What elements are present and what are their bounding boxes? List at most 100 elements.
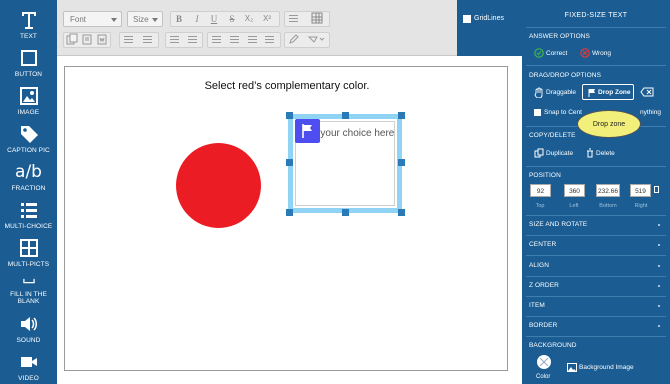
image-icon — [19, 87, 38, 105]
background-image-button[interactable]: Background Image — [579, 364, 634, 371]
lock-icon[interactable] — [654, 186, 659, 193]
tool-image[interactable]: IMAGE — [0, 82, 57, 120]
tool-multi-picts[interactable]: MULTI-PICTS — [0, 234, 57, 272]
dropzone-tooltip: Drop zone — [577, 110, 641, 138]
section-border[interactable]: BORDER — [529, 322, 557, 329]
size-select-label: Size — [133, 15, 149, 24]
bold-button[interactable]: B — [172, 12, 186, 26]
canvas-area: Select red’s complementary color. drag y… — [57, 56, 522, 384]
resize-handle[interactable] — [286, 159, 293, 166]
tool-text[interactable]: TEXT — [0, 6, 57, 44]
resize-handle[interactable] — [342, 209, 349, 216]
superscript-button[interactable]: X² — [260, 12, 274, 26]
subscript-button[interactable]: X₂ — [242, 12, 256, 26]
button-icon — [20, 50, 37, 66]
red-circle[interactable] — [176, 143, 261, 228]
gridlines-checkbox[interactable] — [463, 15, 471, 23]
gridlines-label: GridLines — [474, 15, 504, 22]
duplicate-button[interactable]: Duplicate — [546, 150, 573, 157]
snap-checkbox[interactable] — [534, 109, 541, 116]
section-center[interactable]: CENTER — [529, 241, 556, 248]
position-right-label: Right — [634, 203, 648, 209]
divider — [526, 235, 666, 236]
resize-handle[interactable] — [286, 112, 293, 119]
tool-caption-pic[interactable]: CAPTION PIC — [0, 120, 57, 158]
divider — [526, 215, 666, 216]
color-button[interactable] — [307, 33, 325, 47]
tool-video[interactable]: VIDEO — [0, 348, 57, 384]
image-icon — [567, 363, 577, 372]
slide-canvas[interactable]: Select red’s complementary color. drag y… — [64, 66, 508, 371]
divider — [526, 316, 666, 317]
numbered-list-button[interactable] — [122, 33, 136, 47]
size-select[interactable]: Size — [127, 11, 163, 27]
position-bottom-input[interactable]: 232.66 — [596, 184, 620, 197]
link-button[interactable] — [287, 33, 301, 47]
delete-button[interactable]: Delete — [596, 150, 615, 157]
italic-button[interactable]: I — [190, 12, 204, 26]
divider — [526, 166, 666, 167]
section-item[interactable]: ITEM — [529, 302, 545, 309]
drop-zone-badge[interactable] — [295, 119, 320, 143]
section-size-and-rotate[interactable]: SIZE AND ROTATE — [529, 221, 587, 228]
tool-button[interactable]: BUTTON — [0, 44, 57, 82]
table-button[interactable] — [310, 12, 324, 26]
resize-handle[interactable] — [342, 112, 349, 119]
section-align[interactable]: ALIGN — [529, 262, 549, 269]
justify-icon — [265, 36, 274, 45]
paste-word-button[interactable] — [95, 33, 109, 47]
align-right-icon — [248, 36, 257, 45]
tool-sound[interactable]: SOUND — [0, 310, 57, 348]
bullet-list-button[interactable] — [141, 33, 155, 47]
clear-icon[interactable] — [640, 87, 654, 97]
tool-multi-choice[interactable]: MULTI-CHOICE — [0, 196, 57, 234]
align-right-button[interactable] — [246, 33, 260, 47]
strikethrough-button[interactable]: S — [225, 12, 239, 26]
outdent-icon — [170, 36, 179, 45]
wrong-option[interactable]: Wrong — [592, 50, 611, 57]
position-left-label: Left — [569, 203, 579, 209]
copy-icon — [66, 33, 78, 45]
check-circle-icon — [534, 48, 544, 58]
divider — [526, 296, 666, 297]
divider — [526, 65, 666, 66]
font-select-label: Font — [70, 15, 87, 24]
tool-fraction[interactable]: a/b FRACTION — [0, 158, 57, 196]
question-text[interactable]: Select red’s complementary color. — [65, 80, 509, 92]
duplicate-icon — [534, 148, 544, 158]
anything-label: nything — [640, 109, 661, 116]
resize-handle[interactable] — [398, 112, 405, 119]
tool-label: FILL IN THE BLANK — [10, 291, 47, 305]
flag-icon — [302, 124, 312, 138]
format-toolbar: Font Size B I U S X₂ X² — [57, 0, 457, 56]
outdent-button[interactable] — [168, 33, 182, 47]
resize-handle[interactable] — [398, 159, 405, 166]
resize-handle[interactable] — [398, 209, 405, 216]
pen-icon — [289, 34, 299, 44]
lines-icon — [289, 15, 298, 24]
paragraph-format-button[interactable] — [287, 12, 301, 26]
numbered-list-icon — [124, 36, 133, 45]
align-center-button[interactable] — [228, 33, 242, 47]
no-color-icon[interactable] — [536, 354, 552, 370]
dropzone-option[interactable]: Drop Zone — [582, 84, 634, 100]
position-top-input[interactable]: 92 — [530, 184, 551, 197]
position-left-input[interactable]: 360 — [564, 184, 585, 197]
list-icon — [20, 203, 37, 218]
indent-button[interactable] — [186, 33, 200, 47]
correct-option[interactable]: Correct — [546, 50, 567, 57]
position-right-input[interactable]: 519 — [630, 184, 651, 197]
properties-panel: FIXED-SIZE TEXT ANSWER OPTIONS Correct W… — [522, 0, 670, 384]
underline-button[interactable]: U — [207, 12, 221, 26]
resize-handle[interactable] — [286, 209, 293, 216]
font-select[interactable]: Font — [63, 11, 122, 27]
divider — [526, 255, 666, 256]
tool-label: VIDEO — [18, 375, 39, 382]
align-left-button[interactable] — [210, 33, 224, 47]
justify-button[interactable] — [263, 33, 277, 47]
copy-button[interactable] — [65, 33, 79, 47]
draggable-option[interactable]: Draggable — [546, 89, 576, 96]
trash-icon — [587, 148, 593, 158]
paste-text-button[interactable] — [80, 33, 94, 47]
section-z-order[interactable]: Z ORDER — [529, 282, 559, 289]
